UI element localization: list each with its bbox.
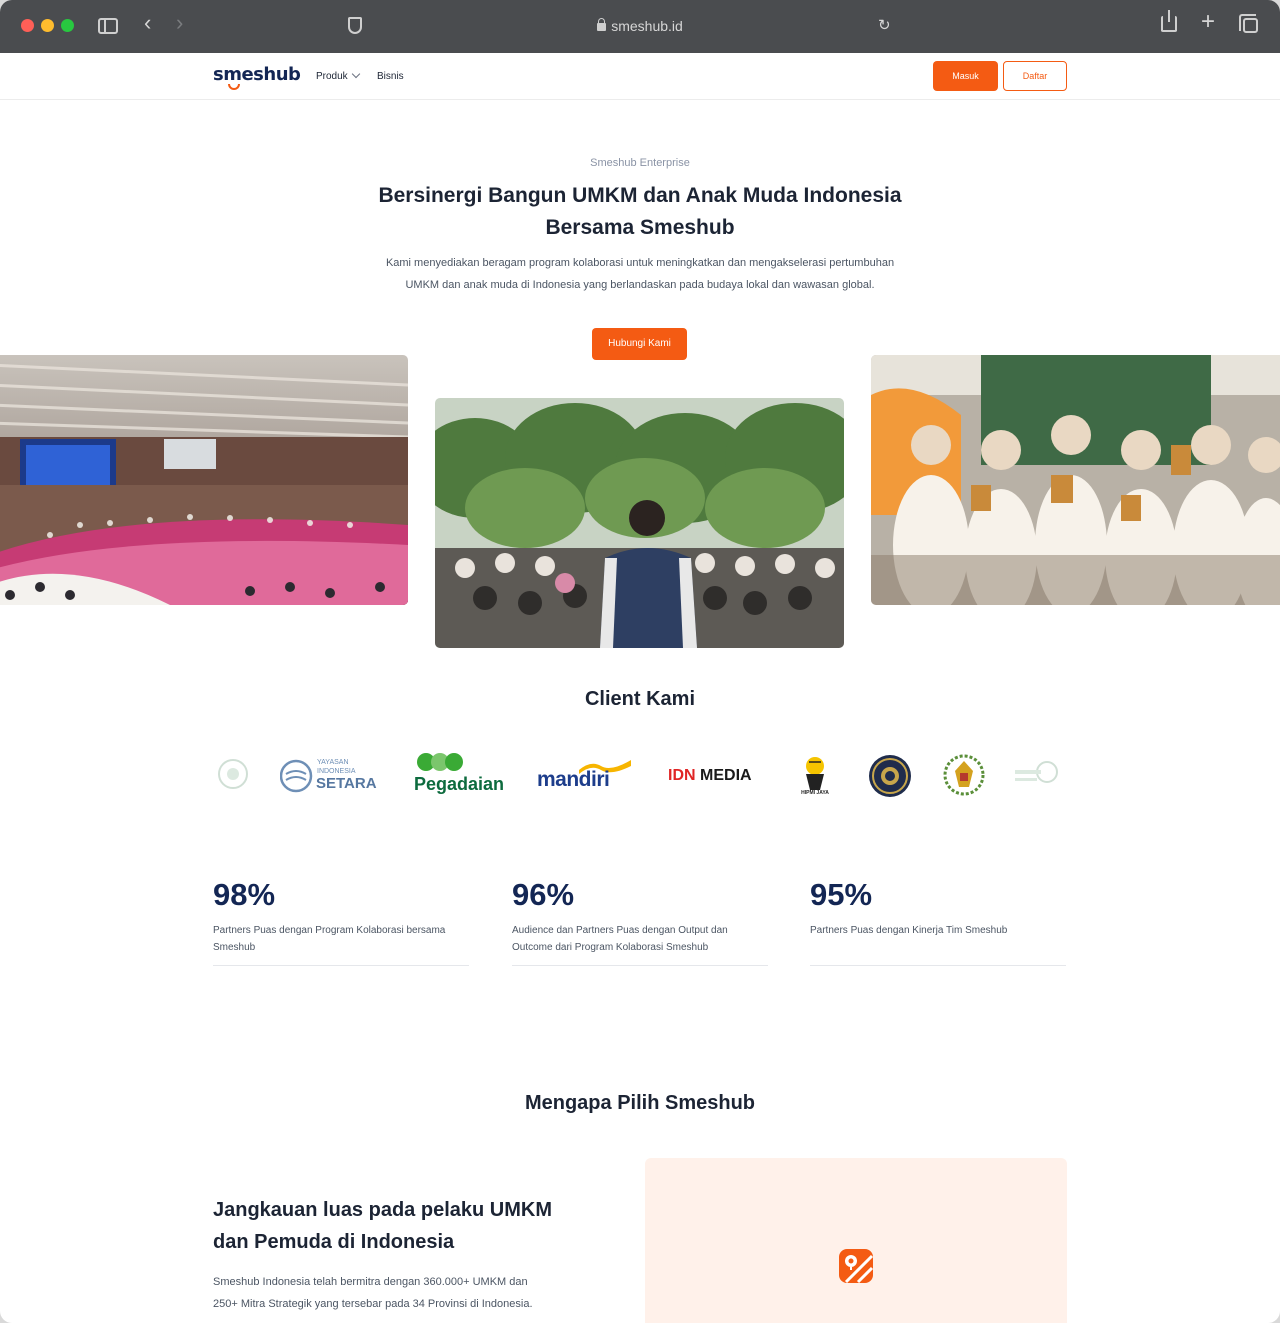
- browser-window: ‹ › smeshub.id ↻ + smeshub Produk Bisnis…: [0, 0, 1280, 1323]
- client-logo-ministry-seal: [868, 750, 912, 802]
- client-logo-hipmi: HIPMI JAYA: [798, 750, 832, 802]
- why-section-title: Mengapa Pilih Smeshub: [524, 1092, 756, 1114]
- forward-arrow-icon[interactable]: ›: [176, 12, 183, 34]
- hubungi-kami-button[interactable]: Hubungi Kami: [592, 328, 687, 360]
- nav-bisnis-link[interactable]: Bisnis: [377, 71, 404, 82]
- setara-text: SETARA: [316, 775, 377, 792]
- masuk-button[interactable]: Masuk: [933, 61, 998, 91]
- daftar-button[interactable]: Daftar: [1003, 61, 1067, 91]
- pegadaian-text: Pegadaian: [414, 774, 505, 794]
- photo-umkm-showcase: [871, 355, 1280, 605]
- address-bar[interactable]: smeshub.id: [560, 14, 720, 38]
- close-window-button[interactable]: [21, 19, 34, 32]
- stat-card: 95% Partners Puas dengan Kinerja Tim Sme…: [810, 876, 1066, 966]
- hero-title: Bersinergi Bangun UMKM dan Anak Muda Ind…: [378, 184, 902, 239]
- mandiri-text: mandiri: [537, 768, 610, 791]
- idn-text: IDN: [668, 767, 696, 784]
- reload-icon[interactable]: ↻: [878, 15, 891, 37]
- site-header: smeshub Produk Bisnis Masuk Daftar: [0, 53, 1280, 100]
- minimize-window-button[interactable]: [41, 19, 54, 32]
- stat-label: Audience dan Partners Puas dengan Output…: [512, 925, 728, 953]
- client-logo-strip: YAYASAN INDONESIA SETARA Pegadaian mandi…: [213, 750, 1067, 802]
- feature-illustration-panel: [645, 1158, 1067, 1323]
- client-logo-idn-media: IDN MEDIA: [668, 750, 763, 802]
- chevron-down-icon: [351, 69, 360, 79]
- stat-label: Partners Puas dengan Kinerja Tim Smeshub: [810, 925, 1008, 936]
- privacy-shield-icon[interactable]: [348, 17, 362, 34]
- lock-icon: [597, 18, 607, 31]
- client-logo-pegadaian: Pegadaian: [414, 750, 504, 802]
- tab-overview-icon[interactable]: [1239, 14, 1258, 33]
- client-logo-faded-left: [213, 750, 253, 802]
- nav-produk-dropdown[interactable]: Produk: [316, 69, 360, 82]
- client-logo-setara: YAYASAN INDONESIA SETARA: [280, 750, 400, 802]
- browser-toolbar: ‹ › smeshub.id ↻ +: [0, 0, 1280, 53]
- zoom-window-button[interactable]: [61, 19, 74, 32]
- address-url: smeshub.id: [611, 18, 683, 34]
- stat-value: 98%: [213, 877, 276, 912]
- hero-description: Kami menyediakan beragam program kolabor…: [385, 257, 895, 291]
- client-logo-faded-right: [1013, 750, 1063, 802]
- feature-description: Smeshub Indonesia telah bermitra dengan …: [213, 1276, 533, 1310]
- hipmi-text: HIPMI JAYA: [801, 790, 829, 796]
- back-arrow-icon[interactable]: ‹: [144, 12, 151, 34]
- share-icon[interactable]: [1161, 10, 1177, 32]
- smeshub-logo[interactable]: smeshub: [213, 64, 301, 85]
- map-pin-icon: [839, 1249, 874, 1284]
- photo-auditorium-event: [0, 355, 408, 605]
- logo-smile-mark: [228, 84, 240, 90]
- client-section-title: Client Kami: [584, 688, 696, 710]
- client-logo-mandiri: mandiri: [535, 750, 635, 802]
- stat-card: 96% Audience dan Partners Puas dengan Ou…: [512, 876, 768, 966]
- stat-value: 96%: [512, 877, 575, 912]
- feature-title: Jangkauan luas pada pelaku UMKM dan Pemu…: [213, 1199, 552, 1253]
- stat-label: Partners Puas dengan Program Kolaborasi …: [213, 925, 446, 953]
- hero-eyebrow: Smeshub Enterprise: [590, 157, 690, 169]
- nav-produk-label: Produk: [316, 71, 348, 82]
- stat-card: 98% Partners Puas dengan Program Kolabor…: [213, 876, 469, 966]
- sidebar-toggle-icon[interactable]: [98, 18, 118, 34]
- client-logo-garuda-seal: [943, 750, 985, 802]
- media-text: MEDIA: [700, 767, 752, 784]
- setara-small-text: YAYASAN: [317, 759, 349, 766]
- new-tab-icon[interactable]: +: [1201, 10, 1215, 34]
- photo-outdoor-gathering: [435, 398, 844, 648]
- stat-value: 95%: [810, 877, 873, 912]
